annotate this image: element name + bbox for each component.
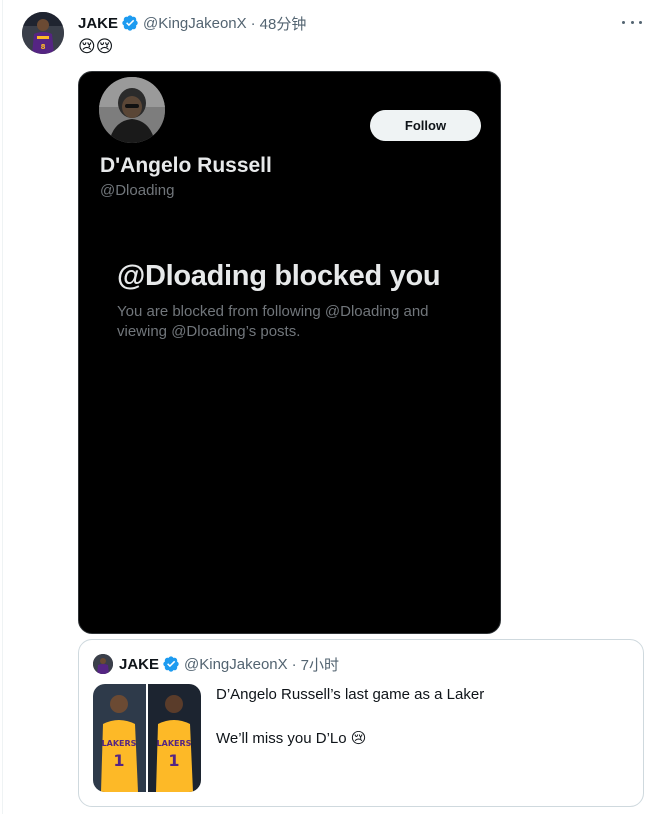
blocked-description: You are blocked from following @Dloading… bbox=[117, 303, 429, 340]
verified-badge-icon bbox=[122, 15, 138, 31]
svg-text:LAKERS: LAKERS bbox=[157, 739, 192, 748]
more-options-icon[interactable] bbox=[622, 14, 642, 30]
tweet[interactable]: 8 JAKE @KingJakeonX · 48分钟 😢😢 Follow D'A… bbox=[0, 0, 660, 814]
svg-text:1: 1 bbox=[113, 751, 124, 770]
separator-dot: · bbox=[291, 655, 297, 673]
separator-dot: · bbox=[250, 14, 256, 32]
quoted-tweet-text: D’Angelo Russell’s last game as a Laker … bbox=[216, 685, 626, 749]
tweet-text: 😢😢 bbox=[78, 37, 114, 56]
tweet-media-screenshot[interactable]: Follow D'Angelo Russell @Dloading @Dload… bbox=[78, 71, 501, 634]
author-handle[interactable]: @KingJakeonX bbox=[143, 15, 247, 32]
author-name[interactable]: JAKE bbox=[78, 15, 118, 32]
quoted-author-avatar bbox=[93, 654, 113, 674]
quoted-text-line-1: D’Angelo Russell’s last game as a Laker bbox=[216, 686, 485, 703]
quoted-tweet-timestamp: 7小时 bbox=[300, 656, 339, 674]
blocked-title: @Dloading blocked you bbox=[117, 260, 441, 292]
player-photo-left[interactable]: LAKERS 1 bbox=[93, 684, 146, 792]
svg-text:LAKERS: LAKERS bbox=[102, 739, 137, 748]
author-avatar[interactable]: 8 bbox=[22, 12, 64, 54]
profile-handle: @Dloading bbox=[100, 182, 175, 199]
quoted-tweet-images[interactable]: LAKERS 1 LAKERS 1 bbox=[93, 684, 201, 792]
tweet-timestamp[interactable]: 48分钟 bbox=[260, 13, 307, 34]
quoted-tweet-header: JAKE @KingJakeonX · 7小时 bbox=[93, 654, 339, 674]
profile-avatar bbox=[99, 77, 165, 143]
follow-button[interactable]: Follow bbox=[370, 110, 481, 141]
tweet-header: JAKE @KingJakeonX · 48分钟 bbox=[78, 13, 306, 33]
svg-text:1: 1 bbox=[168, 751, 179, 770]
verified-badge-icon bbox=[163, 656, 179, 672]
quoted-author-handle: @KingJakeonX bbox=[184, 655, 288, 673]
quoted-author-name: JAKE bbox=[119, 655, 160, 673]
player-photo-right[interactable]: LAKERS 1 bbox=[148, 684, 201, 792]
svg-text:8: 8 bbox=[41, 43, 46, 51]
quoted-tweet[interactable]: JAKE @KingJakeonX · 7小时 LAKERS 1 LAKERS … bbox=[78, 639, 644, 807]
profile-name: D'Angelo Russell bbox=[100, 154, 272, 177]
quoted-text-line-2: We’ll miss you D’Lo 😢 bbox=[216, 730, 367, 747]
